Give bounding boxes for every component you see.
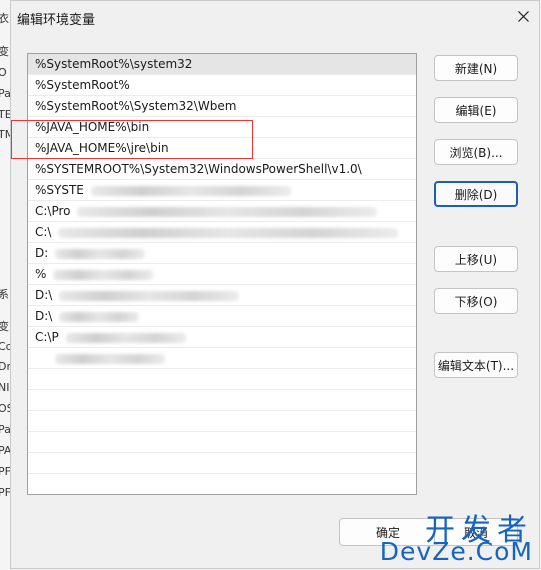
list-item[interactable]: %SYSTEMROOT%\System32\WindowsPowerShell\…	[28, 159, 416, 180]
bg-fragment: 衣	[0, 10, 9, 26]
list-item-text: %	[35, 267, 47, 281]
list-item-text: D:	[35, 246, 49, 260]
list-item-text: D:\	[35, 288, 53, 302]
list-item[interactable]	[28, 348, 416, 369]
move-up-button[interactable]: 上移(U)	[434, 246, 518, 272]
bg-fragment: O	[0, 66, 7, 79]
redacted-text	[59, 290, 240, 301]
list-item-text: %JAVA_HOME%\bin	[35, 120, 150, 134]
browse-button[interactable]: 浏览(B)...	[434, 139, 518, 165]
edit-button[interactable]: 编辑(E)	[434, 97, 518, 123]
redacted-text	[55, 248, 146, 259]
list-item-text: C:\	[35, 225, 52, 239]
list-item[interactable]: D:\	[28, 306, 416, 327]
list-item-empty[interactable]	[28, 453, 416, 474]
bg-fragment: NI	[0, 381, 10, 394]
bg-fragment: 变	[0, 318, 9, 334]
move-down-button[interactable]: 下移(O)	[434, 288, 518, 314]
list-item-empty[interactable]	[28, 432, 416, 453]
list-item[interactable]: D:\	[28, 285, 416, 306]
bg-fragment: 系	[0, 286, 9, 302]
redacted-text	[65, 332, 186, 343]
list-item[interactable]: D:	[28, 243, 416, 264]
list-item-text: C:\P	[35, 330, 59, 344]
list-item[interactable]: C:\	[28, 222, 416, 243]
redacted-text	[90, 185, 291, 196]
list-item[interactable]: %SYSTE	[28, 180, 416, 201]
close-button[interactable]	[511, 5, 535, 27]
cancel-button[interactable]: 取消	[434, 518, 518, 546]
ok-button[interactable]: 确定	[339, 518, 437, 546]
list-item-text: C:\Pro	[35, 204, 71, 218]
new-button[interactable]: 新建(N)	[434, 55, 518, 81]
delete-button[interactable]: 删除(D)	[434, 181, 518, 207]
list-item-text: %SystemRoot%\system32	[35, 57, 193, 71]
list-item[interactable]: %SystemRoot%\System32\Wbem	[28, 96, 416, 117]
close-icon	[517, 10, 529, 22]
list-item-text: %SYSTEMROOT%\System32\WindowsPowerShell\…	[35, 162, 362, 176]
list-item-empty[interactable]	[28, 369, 416, 390]
list-item[interactable]: C:\P	[28, 327, 416, 348]
list-item[interactable]: %SystemRoot%	[28, 75, 416, 96]
bg-fragment: 变	[0, 43, 9, 59]
redacted-text	[77, 206, 378, 217]
title-bar: 编辑环境变量	[11, 1, 539, 33]
dialog-title: 编辑环境变量	[17, 13, 96, 28]
edit-text-button[interactable]: 编辑文本(T)...	[434, 352, 518, 378]
list-item-empty[interactable]	[28, 474, 416, 494]
redacted-text	[59, 311, 140, 322]
edit-env-var-dialog: 编辑环境变量 %SystemRoot%\system32 %SystemRoot…	[10, 0, 540, 569]
list-item[interactable]: %SystemRoot%\system32	[28, 54, 416, 75]
list-item-text: %SYSTE	[35, 183, 84, 197]
list-item[interactable]: %JAVA_HOME%\jre\bin	[28, 138, 416, 159]
list-item[interactable]: %	[28, 264, 416, 285]
redacted-text	[55, 353, 165, 364]
list-item-empty[interactable]	[28, 390, 416, 411]
redacted-text	[53, 269, 154, 280]
list-item-text: D:\	[35, 309, 53, 323]
list-item-text: %SystemRoot%\System32\Wbem	[35, 99, 237, 113]
redacted-text	[58, 227, 399, 238]
list-item[interactable]: %JAVA_HOME%\bin	[28, 117, 416, 138]
list-item[interactable]: C:\Pro	[28, 201, 416, 222]
path-list[interactable]: %SystemRoot%\system32 %SystemRoot% %Syst…	[27, 53, 417, 495]
list-item-text: %SystemRoot%	[35, 78, 130, 92]
list-item-empty[interactable]	[28, 411, 416, 432]
list-item-text: %JAVA_HOME%\jre\bin	[35, 141, 169, 155]
